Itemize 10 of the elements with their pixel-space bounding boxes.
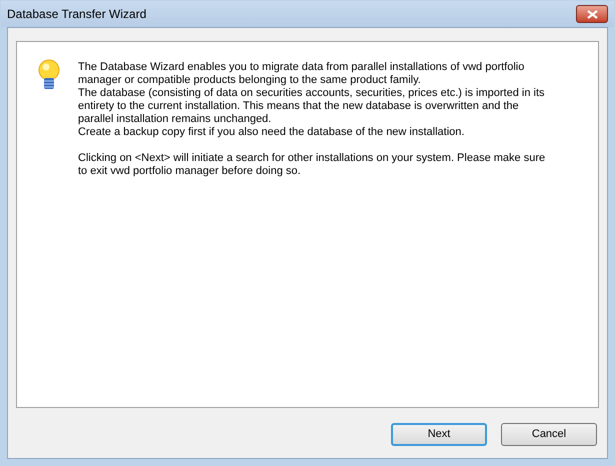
instruction-text: Clicking on <Next> will initiate a search for other installations on your system. Please make sure to exit vwd portfolio manager before doing so.	[78, 152, 546, 178]
lightbulb-icon	[37, 59, 61, 91]
close-button[interactable]	[576, 5, 608, 23]
cancel-button[interactable]: Cancel	[501, 423, 597, 446]
instruction-text: The database (consisting of data on securities accounts, securities, prices etc.) is imported in its entirety to the current installation. This means that the new database is overwritten and the parallel installation remains unchanged.	[78, 87, 546, 126]
instruction-text: The Database Wizard enables you to migrate data from parallel installations of vwd portfolio manager or compatible products belonging to the same product family.	[78, 61, 526, 87]
close-icon	[586, 10, 598, 18]
next-button[interactable]: Next	[391, 423, 487, 446]
window-title: Database Transfer Wizard	[7, 6, 146, 23]
instruction-text: Create a backup copy first if you also need the database of the new installation.	[78, 126, 466, 139]
